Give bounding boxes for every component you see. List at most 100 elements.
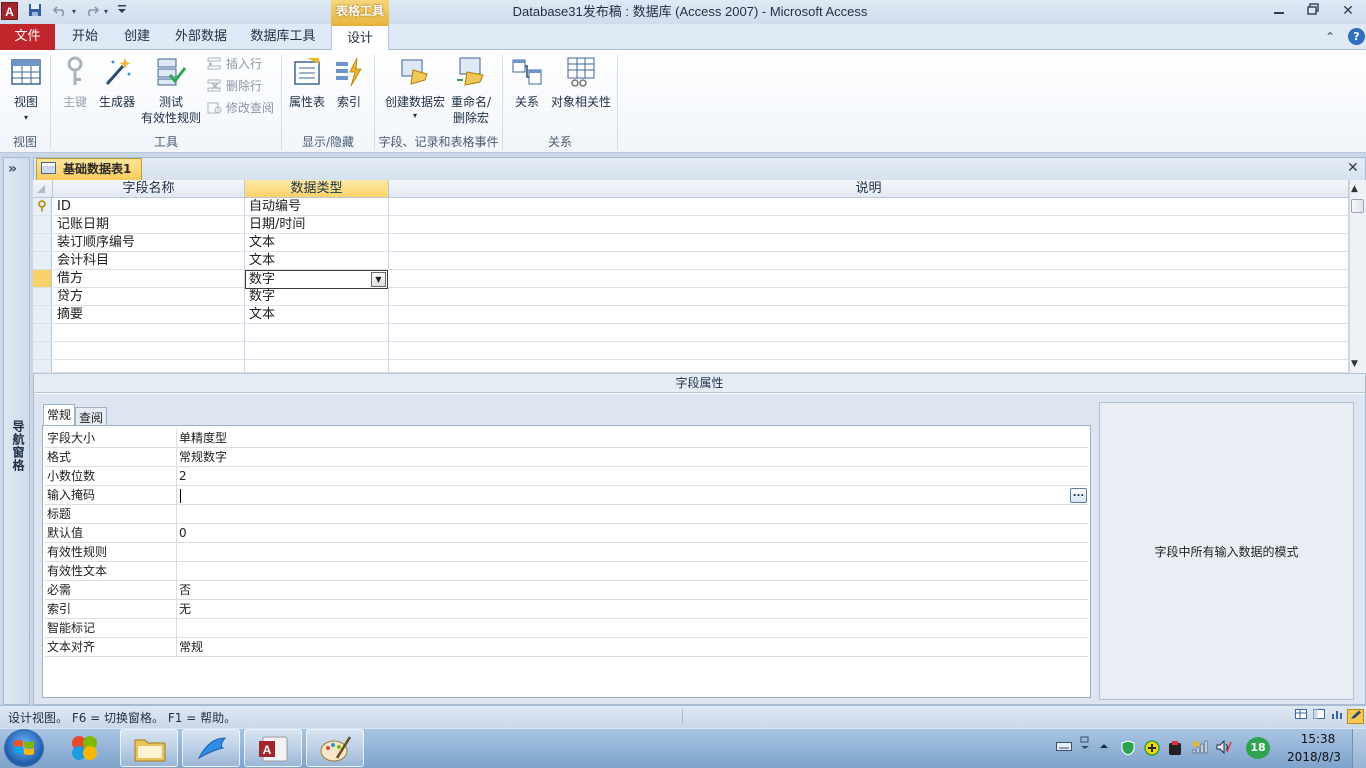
taskbar-app-access[interactable]: A (244, 729, 302, 767)
description-cell[interactable] (389, 252, 1349, 270)
field-name-cell[interactable]: 装订顺序编号 (53, 234, 245, 252)
row-selector[interactable] (33, 360, 52, 373)
object-dependencies-button[interactable]: 对象相关性 (550, 56, 612, 112)
property-row[interactable]: 有效性文本 (45, 562, 1088, 581)
close-window-button[interactable]: ✕ (1331, 2, 1365, 21)
customize-qat-icon[interactable] (116, 3, 128, 20)
row-selector[interactable] (33, 288, 52, 306)
show-hidden-icons[interactable] (1099, 740, 1109, 754)
property-row[interactable]: 标题 (45, 505, 1088, 524)
column-header-field-name[interactable]: 字段名称 (53, 180, 245, 198)
description-cell[interactable] (389, 342, 1349, 360)
property-value[interactable] (179, 505, 1079, 524)
redo-dropdown-icon[interactable]: ▾ (102, 3, 110, 20)
property-row[interactable]: 索引无 (45, 600, 1088, 619)
show-desktop-button[interactable] (1352, 729, 1366, 768)
property-value[interactable] (179, 562, 1079, 581)
description-cell[interactable] (389, 324, 1349, 342)
rename-delete-macro-button[interactable]: 重命名/ 删除宏 (448, 56, 494, 128)
minimize-ribbon-icon[interactable]: ⌃ (1325, 30, 1335, 44)
tab-general[interactable]: 常规 (43, 404, 76, 425)
field-name-cell[interactable]: ID (53, 198, 245, 216)
property-value[interactable]: 常规数字 (179, 448, 1079, 467)
data-type-cell[interactable]: 数字 (245, 288, 389, 306)
row-selector[interactable] (33, 342, 52, 360)
tab-database-tools[interactable]: 数据库工具 (242, 24, 324, 50)
property-row[interactable]: 智能标记 (45, 619, 1088, 638)
taskbar-app-media[interactable] (56, 729, 114, 767)
tray-notification-badge[interactable]: 18 (1246, 737, 1270, 759)
row-selector[interactable] (33, 234, 52, 252)
tab-create[interactable]: 创建 (114, 24, 160, 50)
tab-lookup[interactable]: 查阅 (75, 407, 108, 425)
delete-rows-button[interactable]: 删除行 (207, 78, 277, 94)
language-bar-icon[interactable] (1079, 736, 1091, 753)
property-row[interactable]: 文本对齐 常规 (45, 638, 1088, 657)
combo-dropdown-icon[interactable]: ▼ (371, 272, 386, 287)
row-selector[interactable] (33, 198, 52, 216)
property-value[interactable] (179, 619, 1079, 638)
field-name-cell[interactable]: 记账日期 (53, 216, 245, 234)
field-name-cell[interactable] (53, 324, 245, 342)
description-cell[interactable] (389, 288, 1349, 306)
column-header-data-type[interactable]: 数据类型 (245, 180, 389, 198)
data-type-cell[interactable]: 文本 (245, 234, 389, 252)
datasheet-view-icon[interactable] (1292, 709, 1309, 724)
scroll-thumb[interactable] (1351, 199, 1364, 213)
field-name-cell-current[interactable]: 借方 (53, 270, 245, 288)
undo-icon[interactable] (50, 3, 70, 20)
data-type-cell[interactable] (245, 324, 389, 342)
property-row[interactable]: 格式 常规数字 (45, 448, 1088, 467)
scroll-down-icon[interactable]: ▼ (1351, 359, 1358, 369)
property-sheet-button[interactable]: 属性表 (286, 56, 328, 112)
data-type-cell[interactable]: 文本 (245, 252, 389, 270)
data-type-cell[interactable] (245, 342, 389, 360)
row-selector[interactable] (33, 252, 52, 270)
property-row-input-mask[interactable]: 输入掩码 (45, 486, 1088, 505)
taskbar-app-explorer[interactable] (120, 729, 178, 767)
save-icon[interactable] (26, 3, 44, 20)
row-selector-current[interactable] (33, 270, 52, 288)
data-type-cell[interactable]: 自动编号 (245, 198, 389, 216)
add-tray-icon[interactable] (1144, 740, 1160, 759)
property-value[interactable] (179, 543, 1079, 562)
field-name-cell[interactable]: 会计科目 (53, 252, 245, 270)
app-tray-icon[interactable] (1168, 740, 1182, 759)
close-document-icon[interactable]: ✕ (1347, 160, 1359, 176)
data-type-combo[interactable]: 数字 (245, 270, 388, 289)
pivot-chart-view-icon[interactable] (1328, 709, 1345, 724)
description-cell[interactable] (389, 234, 1349, 252)
grid-corner[interactable] (33, 180, 53, 198)
expand-nav-pane-icon[interactable]: » (8, 161, 17, 177)
description-cell[interactable] (389, 216, 1349, 234)
property-value[interactable]: 否 (179, 581, 1079, 600)
modify-lookups-button[interactable]: 修改查阅 (207, 100, 279, 116)
row-selector[interactable] (33, 324, 52, 342)
indexes-button[interactable]: 索引 (332, 56, 366, 112)
redo-icon[interactable] (82, 3, 102, 20)
create-data-macros-button[interactable]: 创建数据宏 ▾ (384, 56, 446, 124)
input-mask-field[interactable] (179, 486, 1079, 505)
design-view-icon[interactable] (1347, 709, 1364, 724)
access-app-icon[interactable]: A (1, 2, 18, 20)
property-row[interactable]: 字段大小 单精度型 (45, 429, 1088, 448)
navigation-pane-label[interactable]: 导航窗格 (5, 420, 27, 480)
row-selector[interactable] (33, 216, 52, 234)
input-mask-builder-button[interactable]: ... (1070, 488, 1087, 503)
description-cell[interactable] (389, 198, 1349, 216)
help-icon[interactable]: ? (1348, 28, 1365, 45)
taskbar-app-bird[interactable] (182, 729, 240, 767)
clock-date[interactable]: 2018/8/3 (1284, 750, 1344, 764)
description-cell[interactable] (389, 360, 1349, 373)
data-type-cell[interactable] (245, 360, 389, 373)
clock-time[interactable]: 15:38 (1296, 732, 1340, 746)
scroll-up-icon[interactable]: ▲ (1351, 184, 1358, 194)
property-row[interactable]: 默认值 0 (45, 524, 1088, 543)
property-value[interactable]: 单精度型 (179, 429, 1079, 448)
property-row[interactable]: 必需否 (45, 581, 1088, 600)
network-icon[interactable] (1192, 740, 1208, 757)
test-validation-rules-button[interactable]: 测试 有效性规则 (140, 56, 202, 128)
volume-icon[interactable] (1216, 739, 1232, 757)
property-value[interactable]: 2 (179, 467, 1079, 486)
minimize-button[interactable] (1262, 2, 1296, 21)
